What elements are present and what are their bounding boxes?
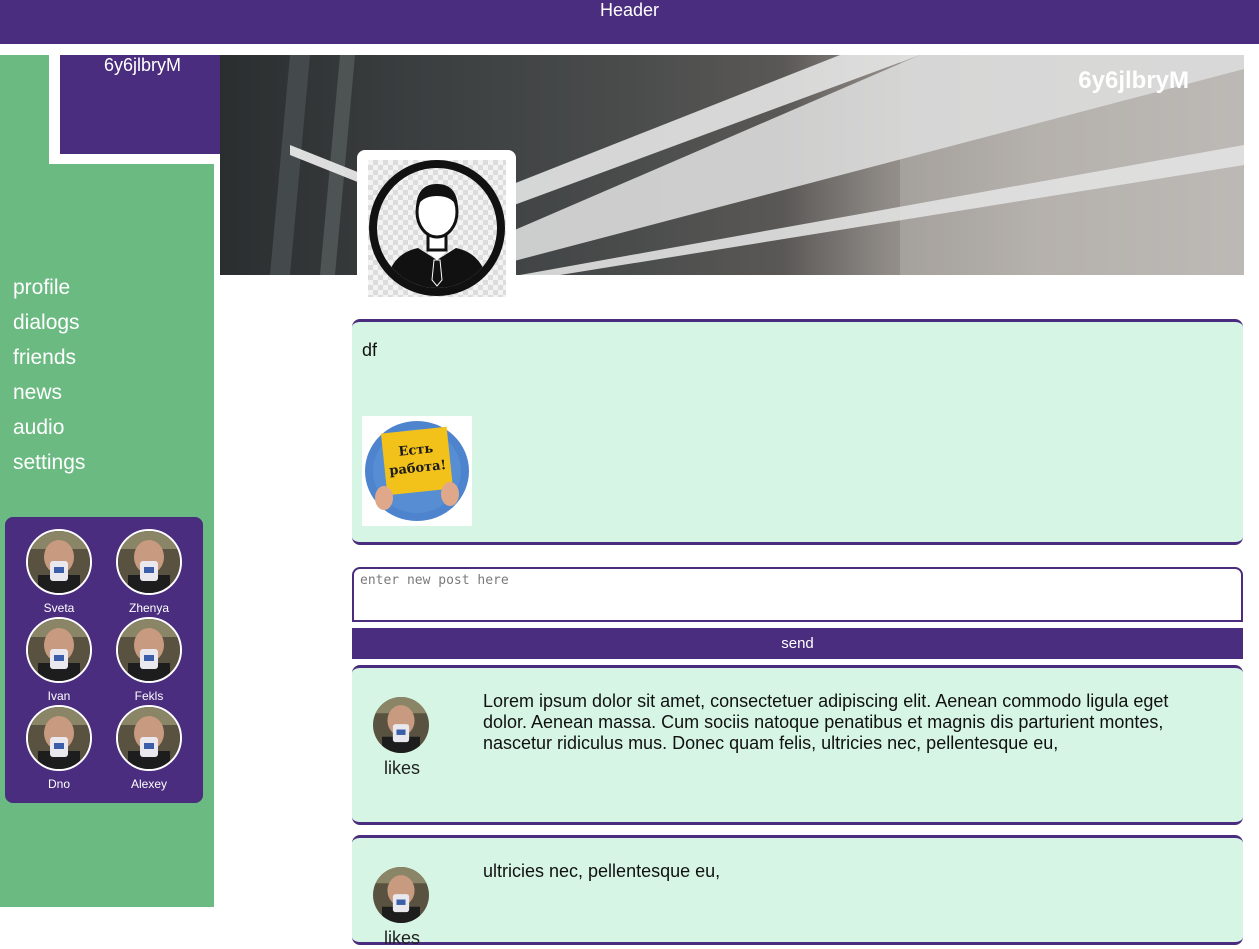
new-post-input[interactable] <box>352 567 1243 622</box>
nav-item-audio[interactable]: audio <box>13 416 85 451</box>
post-author-avatar[interactable] <box>373 867 429 923</box>
profile-info-card: df Есть работа! <box>352 319 1243 545</box>
post-likes[interactable]: likes <box>374 758 430 779</box>
logo-text: 6y6jlbryM <box>103 55 182 75</box>
friend-avatar[interactable] <box>26 705 92 771</box>
friend-name: Sveta <box>43 601 75 615</box>
friend-avatar[interactable] <box>116 705 182 771</box>
post-author-avatar[interactable] <box>373 697 429 753</box>
friend-item[interactable]: Dno <box>14 705 104 790</box>
person-with-mug-icon <box>118 531 180 593</box>
logo-box: 6y6jlbryM <box>49 55 236 164</box>
nav-item-friends[interactable]: friends <box>13 346 85 381</box>
post-item: likes ultricies nec, pellentesque eu, <box>352 835 1243 948</box>
friend-item[interactable]: Alexey <box>104 705 194 790</box>
friend-name: Alexey <box>130 777 168 791</box>
app-header: Header <box>0 0 1259 44</box>
profile-image: Есть работа! <box>362 416 472 526</box>
friends-panel: Sveta Zhenya Ivan Fekls Dno Alexey <box>5 517 203 803</box>
friend-name: Dno <box>47 777 70 791</box>
sidebar-nav: profile dialogs friends news audio setti… <box>13 276 85 486</box>
job-sign-image: Есть работа! <box>362 416 472 526</box>
person-with-mug-icon <box>28 531 90 593</box>
friend-item[interactable]: Sveta <box>14 529 104 614</box>
friend-avatar[interactable] <box>26 617 92 683</box>
profile-avatar-frame <box>357 150 516 307</box>
person-with-mug-icon <box>118 619 180 681</box>
banner-username: 6y6jlbryM <box>1078 67 1189 94</box>
profile-avatar[interactable] <box>368 160 506 297</box>
friend-item[interactable]: Ivan <box>14 617 104 702</box>
friend-name: Ivan <box>47 689 71 703</box>
friend-avatar[interactable] <box>116 617 182 683</box>
nav-item-news[interactable]: news <box>13 381 85 416</box>
nav-item-settings[interactable]: settings <box>13 451 85 486</box>
person-with-mug-icon <box>28 619 90 681</box>
friend-item[interactable]: Zhenya <box>104 529 194 614</box>
post-likes[interactable]: likes <box>374 928 430 949</box>
post-text: Lorem ipsum dolor sit amet, consectetuer… <box>483 691 1169 753</box>
profile-status: df <box>362 340 378 360</box>
friend-avatar[interactable] <box>116 529 182 595</box>
person-with-mug-icon <box>373 867 429 923</box>
friend-item[interactable]: Fekls <box>104 617 194 702</box>
person-with-mug-icon <box>373 697 429 753</box>
user-silhouette-icon <box>369 160 505 296</box>
friend-avatar[interactable] <box>26 529 92 595</box>
nav-item-dialogs[interactable]: dialogs <box>13 311 85 346</box>
logo[interactable]: 6y6jlbryM <box>60 55 225 154</box>
header-title: Header <box>599 0 660 20</box>
person-with-mug-icon <box>28 707 90 769</box>
nav-item-profile[interactable]: profile <box>13 276 85 311</box>
friend-name: Zhenya <box>128 601 170 615</box>
send-button[interactable]: send <box>352 628 1243 659</box>
post-text: ultricies nec, pellentesque eu, <box>483 861 721 881</box>
person-with-mug-icon <box>118 707 180 769</box>
post-item: likes Lorem ipsum dolor sit amet, consec… <box>352 665 1243 825</box>
friend-name: Fekls <box>134 689 164 703</box>
